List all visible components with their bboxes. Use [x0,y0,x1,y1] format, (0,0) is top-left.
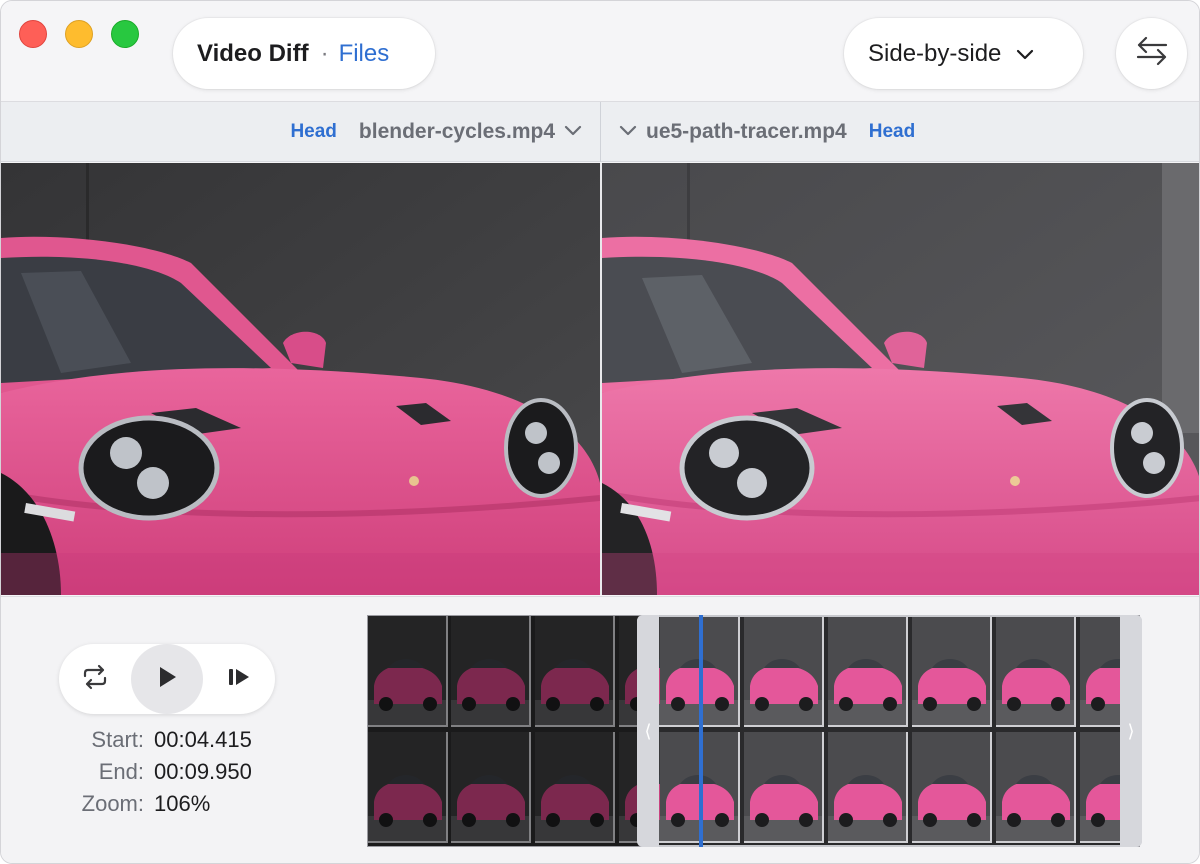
view-mode-dropdown[interactable]: Side-by-side [844,18,1083,89]
chevron-down-icon[interactable] [618,123,638,142]
handle-left-glyph: ⟨ [644,720,652,741]
breadcrumb-separator: · [320,39,329,67]
transport-controls [59,644,275,714]
start-label: Start: [91,727,144,752]
swap-sides-button[interactable] [1116,18,1187,89]
title-bar: Video Diff · Files Side-by-side [1,1,1199,102]
playhead[interactable] [699,615,703,847]
left-video-frame[interactable] [1,163,600,595]
close-window-button[interactable] [19,20,47,48]
selection-handle-left[interactable]: ⟨ [637,615,659,847]
selection-handle-right[interactable]: ⟩ [1120,615,1142,847]
app-window: Video Diff · Files Side-by-side Head ble… [0,0,1200,864]
zoom-row: Zoom: 106% [61,791,252,823]
right-file-name[interactable]: ue5-path-tracer.mp4 [646,120,847,144]
right-branch-label[interactable]: Head [869,121,915,143]
start-row: Start: 00:04.415 [61,727,252,759]
loop-button[interactable] [69,644,121,714]
header-divider [600,102,601,162]
end-label: End: [98,759,144,784]
timeline-selection[interactable] [637,615,1142,847]
loop-icon [81,664,109,695]
zoom-value: 106% [154,791,211,816]
app-title: Video Diff [197,39,309,67]
maximize-window-button[interactable] [111,20,139,48]
step-forward-button[interactable] [213,644,265,714]
end-row: End: 00:09.950 [61,759,252,791]
zoom-label: Zoom: [81,791,144,816]
title-breadcrumb: Video Diff · Files [173,18,435,89]
car-image [1,163,600,595]
left-file-selector[interactable]: Head blender-cycles.mp4 [290,102,583,162]
chevron-down-icon [1015,40,1035,68]
play-button-background [131,644,203,714]
left-branch-label[interactable]: Head [290,121,336,143]
left-file-name[interactable]: blender-cycles.mp4 [359,120,555,144]
file-header-bar: Head blender-cycles.mp4 ue5-path-tracer.… [1,102,1199,162]
right-file-selector[interactable]: ue5-path-tracer.mp4 Head [618,102,915,162]
car-image [602,163,1199,595]
end-value: 00:09.950 [154,759,252,784]
play-icon [155,665,179,694]
chevron-down-icon[interactable] [563,123,583,142]
handle-right-glyph: ⟩ [1127,720,1135,741]
right-video-frame[interactable] [602,163,1199,595]
swap-arrows-icon [1135,34,1169,73]
unselected-region [368,616,638,846]
files-link[interactable]: Files [339,40,390,68]
step-forward-icon [227,666,251,693]
view-mode-label: Side-by-side [868,39,1002,67]
minimize-window-button[interactable] [65,20,93,48]
start-value: 00:04.415 [154,727,252,752]
play-button[interactable] [131,644,203,714]
selection-info: Start: 00:04.415 End: 00:09.950 Zoom: 10… [61,727,252,823]
